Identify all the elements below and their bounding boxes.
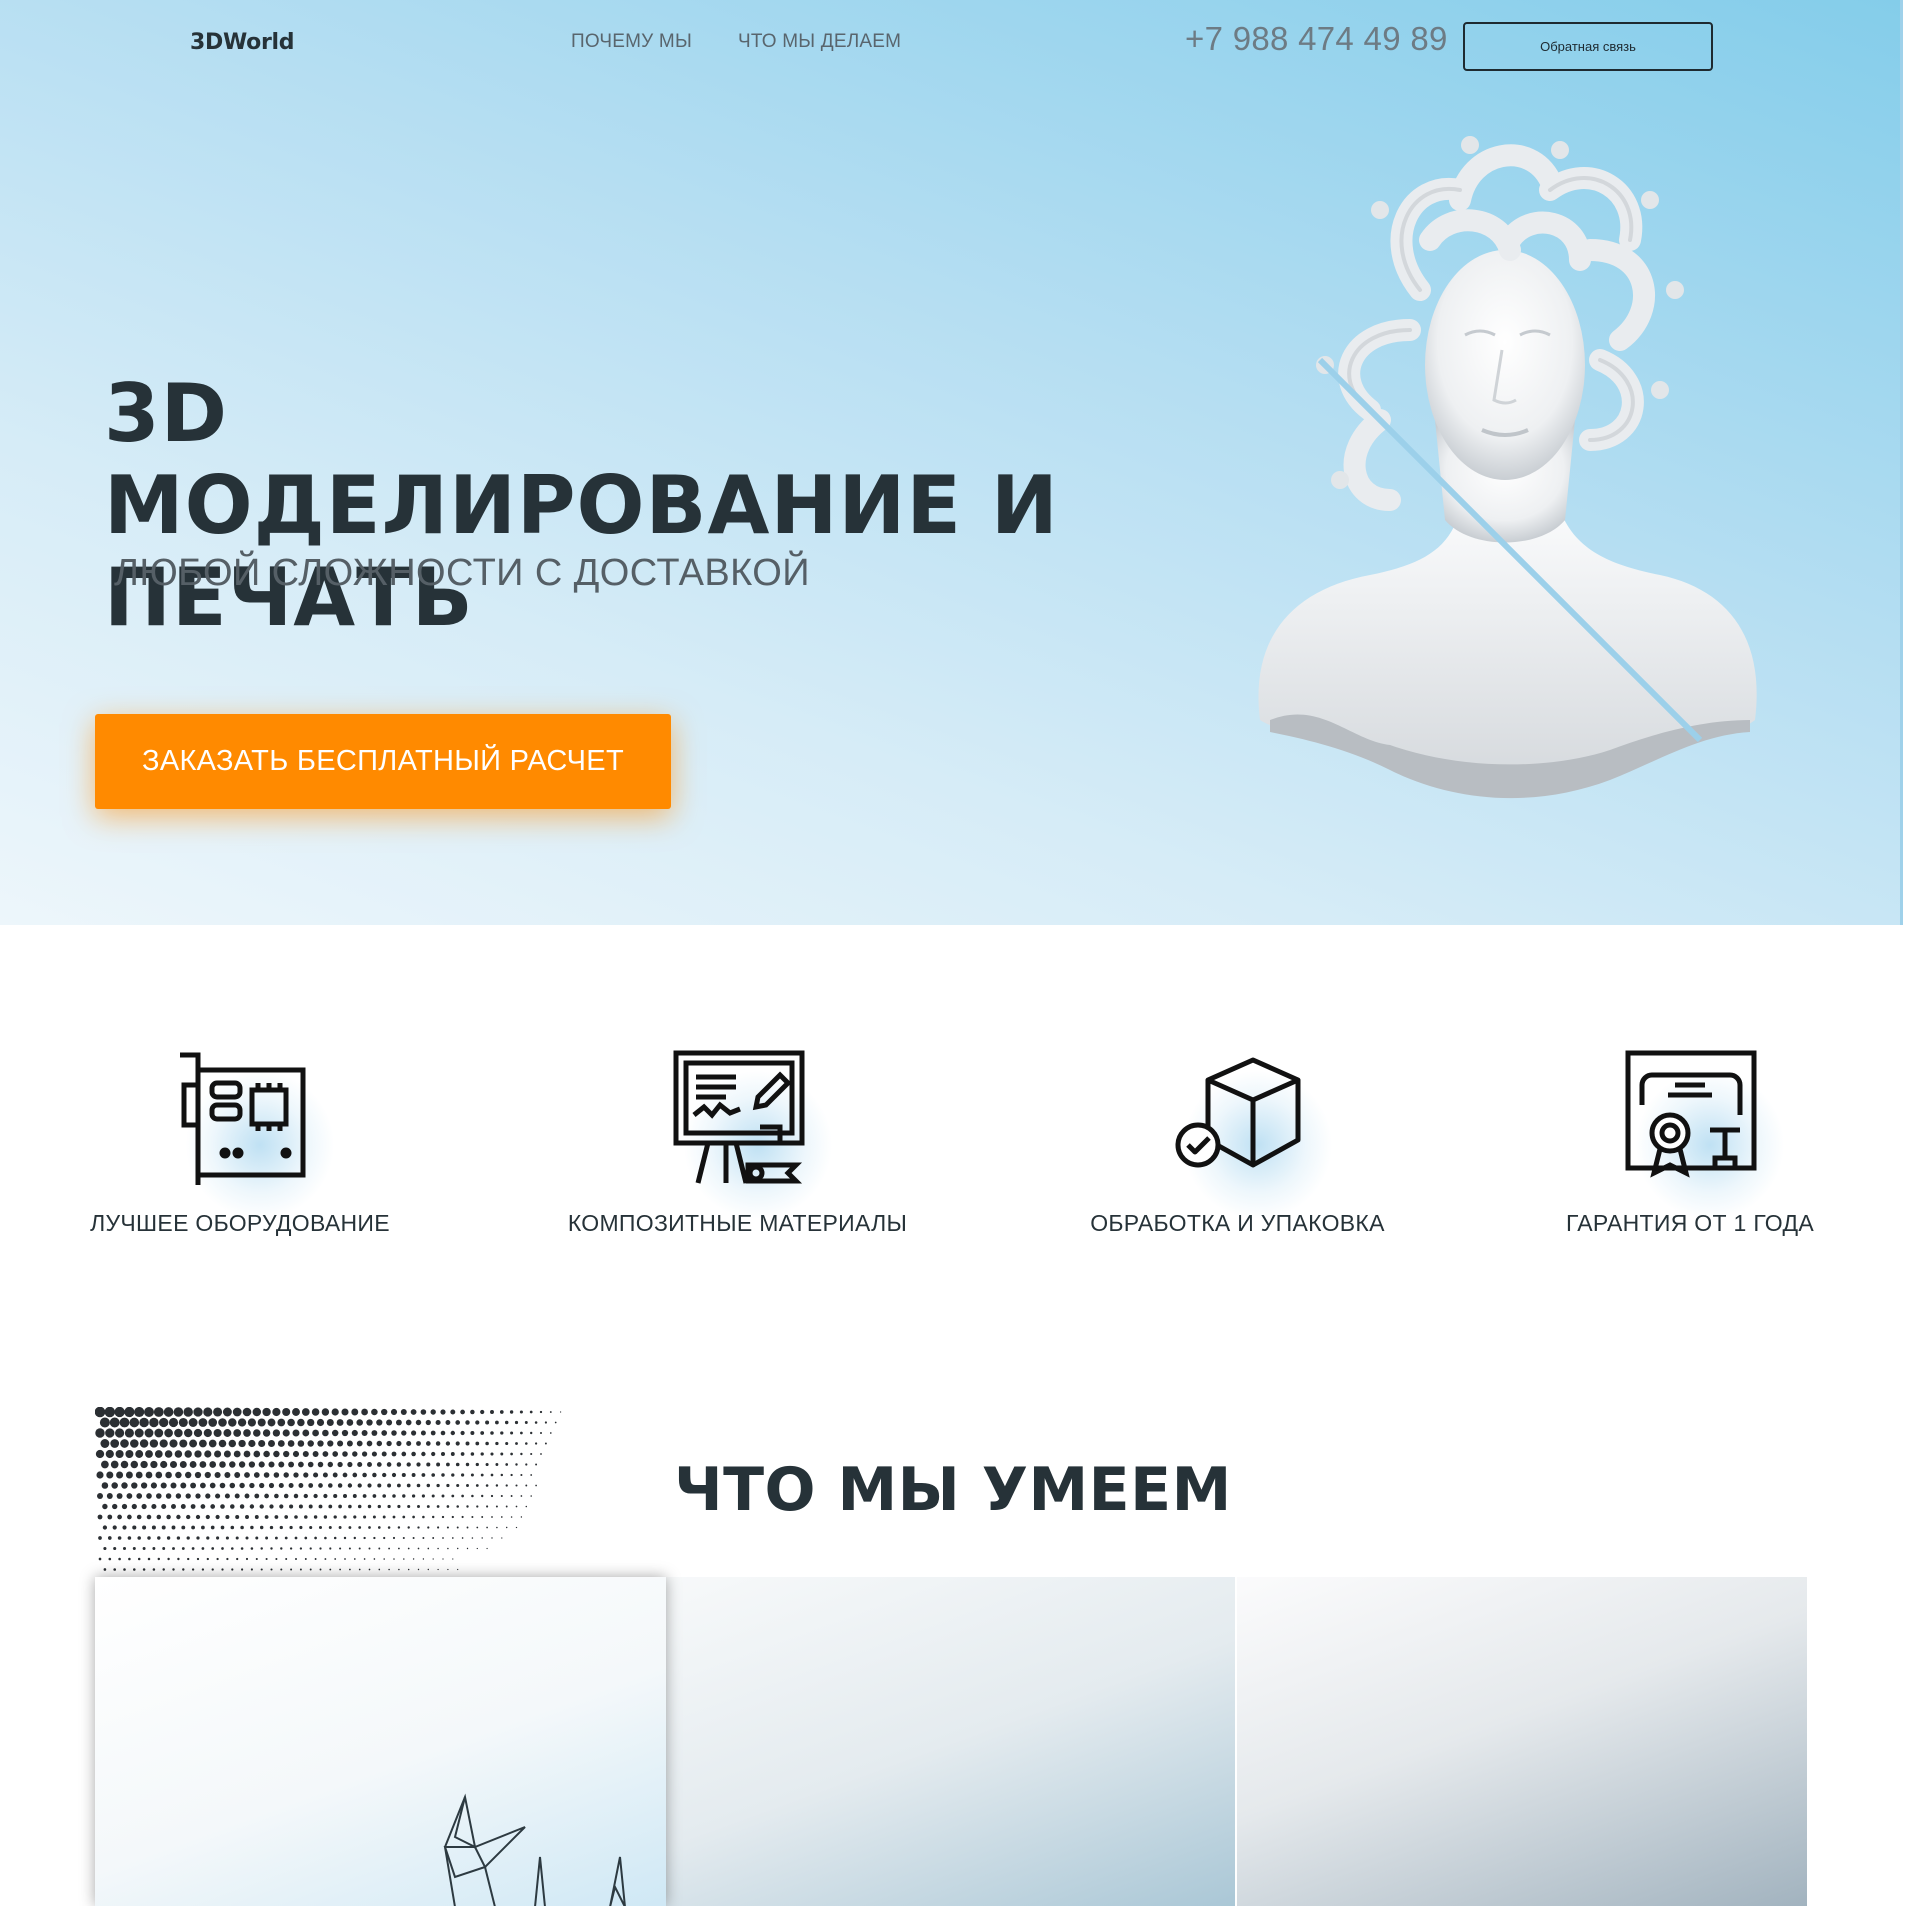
service-card[interactable] (95, 1577, 666, 1906)
card-divider (1235, 1577, 1237, 1906)
service-card[interactable] (1236, 1577, 1807, 1906)
presentation-board-icon (663, 1040, 833, 1220)
feature-processing-packaging: ОБРАБОТКА И УПАКОВКА (1090, 1040, 1385, 1237)
site-logo[interactable]: 3DWorld (190, 30, 295, 55)
geometric-animal-illustration (443, 1793, 626, 1906)
package-check-icon (1163, 1040, 1333, 1220)
nav-link-why-us[interactable]: ПОЧЕМУ МЫ (571, 31, 692, 53)
order-calculation-button[interactable]: ЗАКАЗАТЬ БЕСПЛАТНЫЙ РАСЧЕТ (95, 714, 671, 809)
hero-title-line-1: 3D МОДЕЛИРОВАНИЕ И (104, 367, 1059, 552)
main-nav: ПОЧЕМУ МЫ ЧТО МЫ ДЕЛАЕМ (571, 31, 901, 53)
services-section-title: ЧТО МЫ УМЕЕМ (674, 1455, 1232, 1525)
hero-subtitle: ЛЮБОЙ СЛОЖНОСТИ С ДОСТАВКОЙ (114, 552, 810, 594)
feature-best-equipment: ЛУЧШЕЕ ОБОРУДОВАНИЕ (90, 1040, 390, 1237)
hero-title: 3D МОДЕЛИРОВАНИЕ И ПЕЧАТЬ (104, 368, 1064, 644)
feature-warranty: ГАРАНТИЯ ОТ 1 ГОДА (1566, 1040, 1814, 1237)
service-card[interactable] (666, 1577, 1237, 1906)
nav-link-what-we-do[interactable]: ЧТО МЫ ДЕЛАЕМ (738, 31, 901, 53)
hero-section: 3DWorld ПОЧЕМУ МЫ ЧТО МЫ ДЕЛАЕМ +7 988 4… (0, 0, 1903, 925)
feedback-button[interactable]: Обратная связь (1463, 22, 1713, 71)
phone-number[interactable]: +7 988 474 49 89 (1185, 20, 1448, 58)
medusa-bust-image (1258, 136, 1757, 799)
feature-composite-materials: КОМПОЗИТНЫЕ МАТЕРИАЛЫ (568, 1040, 907, 1237)
circuit-board-icon (165, 1040, 335, 1220)
certificate-icon (1615, 1040, 1785, 1220)
